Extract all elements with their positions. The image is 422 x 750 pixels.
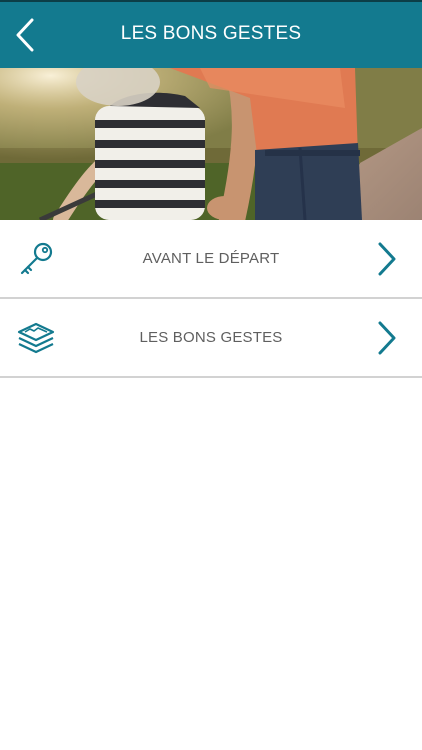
top-app-bar: LES BONS GESTES	[0, 0, 422, 68]
app-screen: LES BONS GESTES AVANT LE DÉPART LES BONS…	[0, 0, 422, 750]
chevron-right-icon	[378, 242, 396, 275]
layers-icon	[17, 322, 55, 353]
chevron-left-icon	[16, 18, 34, 52]
key-icon	[20, 242, 53, 274]
menu-item-les-bons-gestes[interactable]: LES BONS GESTES	[0, 299, 422, 378]
menu-list: AVANT LE DÉPART LES BONS GESTES	[0, 220, 422, 378]
menu-item-label: AVANT LE DÉPART	[142, 250, 280, 267]
hero-image	[0, 68, 422, 220]
page-title: LES BONS GESTES	[120, 23, 302, 44]
menu-item-avant-le-depart[interactable]: AVANT LE DÉPART	[0, 220, 422, 299]
chevron-right-icon	[378, 321, 396, 354]
menu-item-label: LES BONS GESTES	[139, 329, 283, 346]
cycling-photo-illustration	[0, 68, 422, 220]
back-button[interactable]	[8, 12, 42, 58]
